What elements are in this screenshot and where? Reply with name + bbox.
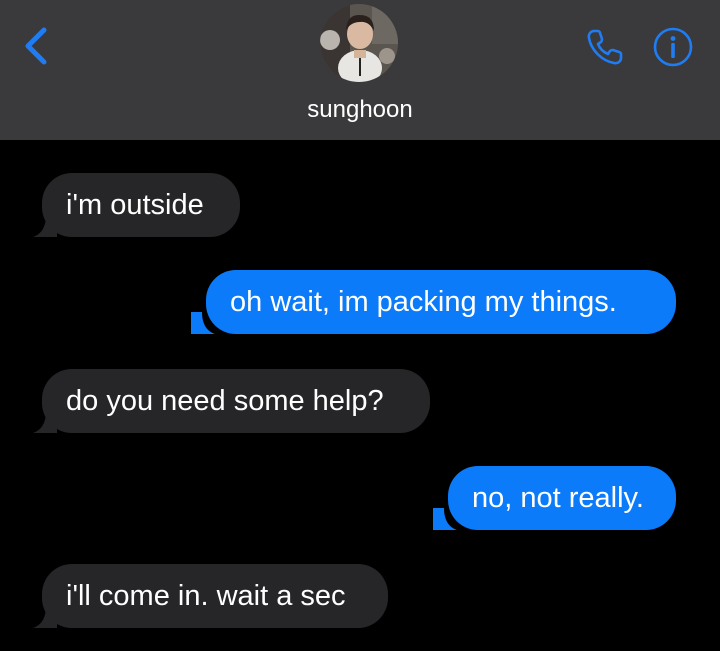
back-button[interactable] [16,22,60,70]
info-icon [653,27,693,67]
message-thread: i'm outside oh wait, im packing my thing… [0,140,720,651]
message-text: no, not really. [472,482,644,514]
phone-icon [587,29,623,65]
call-button[interactable] [582,26,626,70]
message-bubble[interactable]: oh wait, im packing my things. [206,270,676,334]
message-text: oh wait, im packing my things. [230,286,617,318]
message-bubble[interactable]: do you need some help? [42,369,430,433]
contact-name[interactable]: sunghoon [0,95,720,125]
conversation-header: sunghoon [0,0,720,140]
chevron-left-icon [25,27,47,65]
avatar-image [320,4,398,82]
message-text: i'm outside [66,189,204,221]
message-text: do you need some help? [66,385,384,417]
message-text: i'll come in. wait a sec [66,580,346,612]
message-bubble[interactable]: no, not really. [448,466,676,530]
contact-avatar[interactable] [320,4,398,82]
info-button[interactable] [652,26,694,68]
message-bubble[interactable]: i'll come in. wait a sec [42,564,388,628]
message-bubble[interactable]: i'm outside [42,173,240,237]
